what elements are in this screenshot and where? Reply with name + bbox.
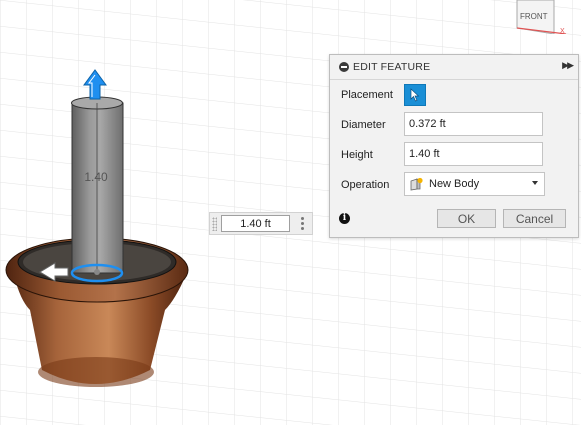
viewcube-front-label: FRONT xyxy=(520,12,548,21)
dialog-title: EDIT FEATURE xyxy=(353,61,431,73)
diameter-field[interactable]: 0.372 ft xyxy=(404,112,543,136)
placement-row: Placement xyxy=(330,82,578,108)
cancel-button[interactable]: Cancel xyxy=(503,209,566,228)
height-manipulator-input-box: 1.40 ft xyxy=(209,212,313,235)
placement-select-button[interactable] xyxy=(404,84,426,106)
drag-grip-icon[interactable] xyxy=(212,217,217,231)
chevron-down-icon xyxy=(532,181,538,185)
operation-row: Operation New Body xyxy=(330,172,578,198)
height-label: Height xyxy=(341,149,373,161)
edit-feature-dialog: EDIT FEATURE ▶▶ Placement Diameter 0.372… xyxy=(329,54,579,238)
expand-icon[interactable]: ▶▶ xyxy=(562,60,574,71)
diameter-label: Diameter xyxy=(341,119,386,131)
cylinder-body[interactable] xyxy=(71,96,124,274)
new-body-icon xyxy=(409,177,424,191)
height-manipulator-input[interactable]: 1.40 ft xyxy=(221,215,290,232)
dialog-header: EDIT FEATURE ▶▶ xyxy=(330,55,578,80)
diameter-row: Diameter 0.372 ft xyxy=(330,112,578,138)
axis-x-label: X xyxy=(560,28,565,35)
info-icon[interactable]: i xyxy=(339,213,350,224)
operation-select[interactable]: New Body xyxy=(404,172,545,196)
height-row: Height 1.40 ft xyxy=(330,142,578,168)
dimension-label: 1.40 xyxy=(84,170,108,184)
operation-label: Operation xyxy=(341,179,390,191)
placement-label: Placement xyxy=(341,89,393,101)
more-options-icon[interactable] xyxy=(301,217,304,231)
operation-value: New Body xyxy=(429,178,480,190)
cursor-arrow-icon xyxy=(410,88,420,102)
viewcube[interactable]: FRONT X xyxy=(516,0,571,35)
collapse-icon[interactable] xyxy=(339,62,349,72)
3d-viewport[interactable]: 1.40 FRONT X 1.40 ft EDIT FEATURE ▶▶ Pla… xyxy=(0,0,581,425)
ok-button[interactable]: OK xyxy=(437,209,496,228)
dialog-footer: i OK Cancel xyxy=(330,207,578,235)
height-field[interactable]: 1.40 ft xyxy=(404,142,543,166)
